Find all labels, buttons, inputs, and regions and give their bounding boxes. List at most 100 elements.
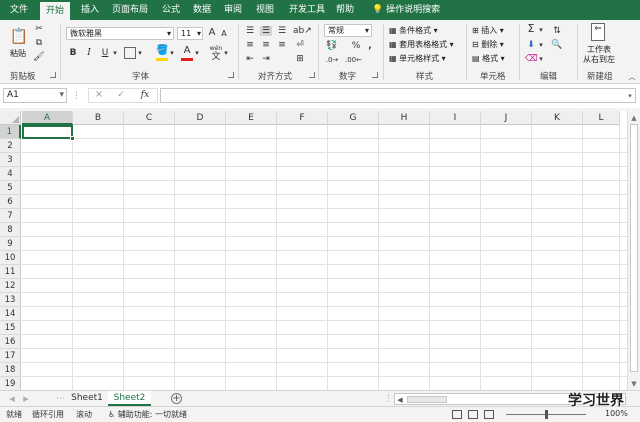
row-header-1[interactable]: 1 [0,125,21,139]
cancel-icon[interactable]: × [94,90,104,100]
tab-page-layout[interactable]: 页面布局 [106,0,154,20]
clear-eraser-icon[interactable]: ⌫ [525,54,538,64]
percent-style-button[interactable]: % [350,41,362,51]
row-header-6[interactable]: 6 [0,195,21,209]
increase-decimal-icon[interactable]: .0→ [325,55,339,65]
cell-styles-button[interactable]: ▦ 单元格样式 ▾ [389,53,446,64]
number-format-dropdown[interactable]: 常规 ▾ [324,24,372,37]
tab-data[interactable]: 数据 [187,0,217,20]
select-all-corner[interactable] [0,111,21,125]
align-center-icon[interactable]: ≡ [260,40,272,50]
column-header-H[interactable]: H [379,111,430,125]
column-header-C[interactable]: C [124,111,175,125]
font-launcher-icon[interactable] [228,72,234,78]
column-header-L[interactable]: L [583,111,620,125]
vertical-scroll-thumb[interactable] [630,124,638,372]
chevron-down-icon[interactable]: ▾ [112,48,118,58]
row-header-13[interactable]: 13 [0,293,21,307]
row-header-17[interactable]: 17 [0,349,21,363]
number-launcher-icon[interactable] [372,72,378,78]
status-accessibility[interactable]: ♿ 辅助功能: 一切就绪 [108,409,187,420]
prev-sheet-icon[interactable]: ◀ [8,394,16,404]
borders-icon[interactable] [124,47,136,59]
decrease-decimal-icon[interactable]: .00← [345,55,362,65]
format-as-table-button[interactable]: ▦ 套用表格格式 ▾ [389,39,454,50]
font-size-dropdown[interactable]: 11 ▾ [177,27,203,40]
alignment-launcher-icon[interactable] [309,72,315,78]
align-middle-icon[interactable]: ☰ [260,26,272,36]
grow-font-icon[interactable]: A [207,28,217,38]
insert-function-icon[interactable]: fx [139,90,151,100]
insert-cells-button[interactable]: ⊞ 插入 ▾ [472,25,504,36]
italic-button[interactable]: I [84,48,94,58]
vertical-scrollbar[interactable]: ▲ ▼ [627,111,640,390]
tab-formulas[interactable]: 公式 [156,0,186,20]
row-header-10[interactable]: 10 [0,251,21,265]
increase-indent-icon[interactable]: ⇥ [260,54,272,64]
name-box[interactable]: A1 ▾ [3,88,67,103]
formula-input[interactable] [160,88,636,103]
enter-icon[interactable]: ✓ [116,90,126,100]
column-header-G[interactable]: G [328,111,379,125]
worksheet-grid[interactable]: ABCDEFGHIJKL 1 2 3 4 5 6 7 8 9 10 11 12 13 14 15 16 17 18… [0,111,640,391]
normal-view-icon[interactable] [452,410,462,419]
align-right-icon[interactable]: ≡ [276,40,288,50]
chevron-down-icon[interactable]: ▾ [169,48,175,58]
sheet-rtl-line2[interactable]: 从右到左 [583,54,615,65]
page-break-view-icon[interactable] [484,410,494,419]
row-header-12[interactable]: 12 [0,279,21,293]
column-header-F[interactable]: F [277,111,328,125]
tab-ellipsis-icon[interactable]: ⋯ [56,394,65,404]
column-header-E[interactable]: E [226,111,277,125]
row-header-2[interactable]: 2 [0,139,21,153]
paste-icon[interactable]: 📋 [8,26,30,46]
sheet-tab-sheet1[interactable]: Sheet1 [66,391,108,405]
expand-formula-icon[interactable]: ▾ [626,91,634,101]
decrease-indent-icon[interactable]: ⇤ [244,54,256,64]
font-name-dropdown[interactable]: 微软雅黑 ▾ [66,27,174,40]
row-header-5[interactable]: 5 [0,181,21,195]
row-header-9[interactable]: 9 [0,237,21,251]
fill-down-icon[interactable]: ⬇ [525,40,537,50]
scroll-up-icon[interactable]: ▲ [630,113,638,123]
accounting-format-icon[interactable]: 💱 [325,41,339,51]
row-header-16[interactable]: 16 [0,335,21,349]
sheet-tab-sheet2[interactable]: Sheet2 [108,391,151,406]
tell-me-search[interactable]: 💡 操作说明搜索 [366,0,446,20]
tab-home[interactable]: 开始 [40,2,71,20]
active-cell-A1[interactable] [22,125,73,139]
format-painter-icon[interactable]: 🖌 [33,52,45,62]
column-header-D[interactable]: D [175,111,226,125]
align-bottom-icon[interactable]: ☰ [276,26,288,36]
copy-icon[interactable]: ⧉ [33,38,45,48]
tab-review[interactable]: 审阅 [218,0,248,20]
new-sheet-button[interactable]: + [171,393,182,404]
column-header-I[interactable]: I [430,111,481,125]
chevron-down-icon[interactable]: ▾ [538,54,544,64]
wrap-text-icon[interactable]: ⏎ [293,40,307,50]
tab-developer[interactable]: 开发工具 [283,0,331,20]
row-header-15[interactable]: 15 [0,321,21,335]
collapse-ribbon-icon[interactable]: ︿ [628,72,636,82]
orientation-icon[interactable]: ab↗ [293,26,312,36]
row-header-19[interactable]: 19 [0,377,21,391]
autosum-icon[interactable]: Σ [525,23,537,34]
fill-handle[interactable] [70,136,75,141]
row-header-18[interactable]: 18 [0,363,21,377]
chevron-down-icon[interactable]: ▾ [538,40,544,50]
chevron-down-icon[interactable]: ▾ [538,25,544,35]
chevron-down-icon[interactable]: ▾ [137,48,143,58]
page-layout-view-icon[interactable] [468,410,478,419]
scroll-down-icon[interactable]: ▼ [630,379,638,389]
format-cells-button[interactable]: ▤ 格式 ▾ [472,53,505,64]
delete-cells-button[interactable]: ⊟ 删除 ▾ [472,39,504,50]
column-header-B[interactable]: B [73,111,124,125]
cut-icon[interactable]: ✂ [33,24,45,34]
next-sheet-icon[interactable]: ▶ [22,394,30,404]
find-select-icon[interactable]: 🔍 [550,40,564,50]
comma-style-button[interactable]: , [365,41,375,51]
shrink-font-icon[interactable]: A [219,29,229,39]
column-header-A[interactable]: A [22,111,73,125]
paste-label[interactable]: 粘贴 [10,48,26,59]
row-header-11[interactable]: 11 [0,265,21,279]
